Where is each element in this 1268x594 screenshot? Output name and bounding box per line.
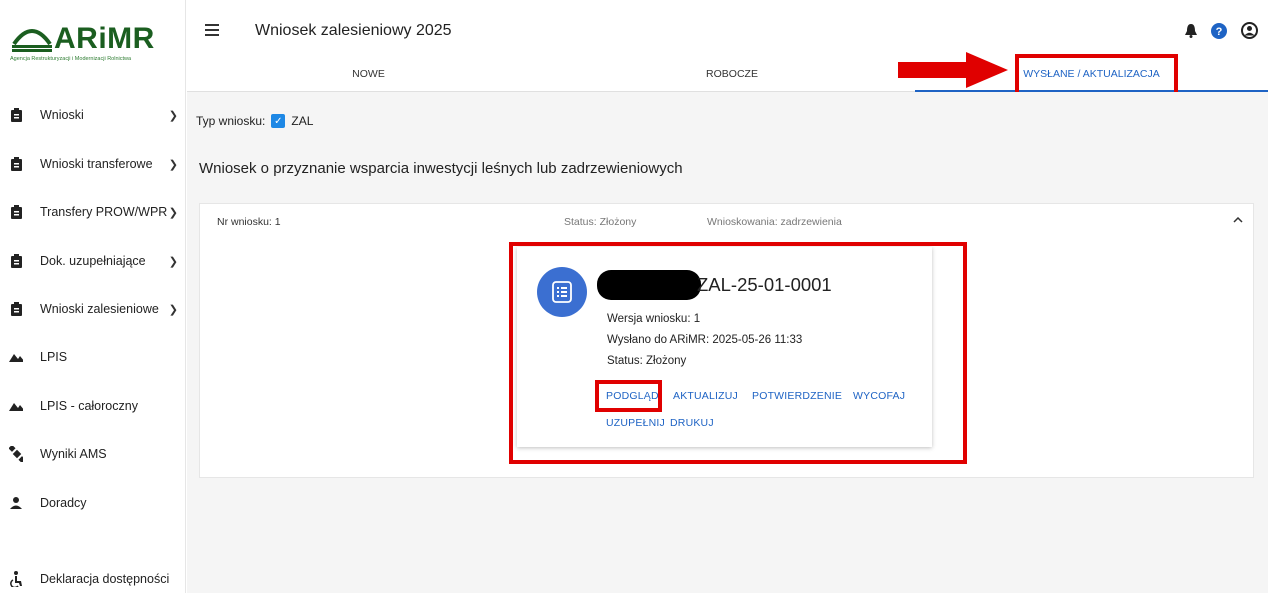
sidebar-item-wnioski[interactable]: Wnioski ❯ — [0, 100, 186, 130]
tab-nowe[interactable]: NOWE — [187, 68, 550, 92]
filter-label: Typ wniosku: — [196, 114, 266, 128]
person-icon — [9, 495, 23, 511]
application-status: Status: Złożony — [564, 216, 637, 228]
sidebar-item-label: Wnioski zalesieniowe — [40, 302, 159, 316]
sidebar-item-wnioski-zalesieniowe[interactable]: Wnioski zalesieniowe ❯ — [0, 294, 186, 324]
sidebar-item-deklaracja[interactable]: Deklaracja dostępności — [0, 564, 186, 594]
svg-text:?: ? — [1216, 26, 1223, 38]
bell-icon[interactable] — [1185, 23, 1197, 43]
accessibility-icon — [9, 571, 23, 587]
chevron-up-icon[interactable] — [1233, 214, 1243, 226]
clipboard-icon — [9, 301, 23, 317]
sidebar-item-label: Wnioski transferowe — [40, 157, 153, 171]
tab-label: NOWE — [352, 68, 385, 80]
sidebar-item-transfery[interactable]: Transfery PROW/WPR ❯ — [0, 197, 186, 227]
clipboard-icon — [9, 204, 23, 220]
sidebar-item-label: Deklaracja dostępności — [40, 572, 170, 586]
chevron-down-icon: ❯ — [168, 109, 178, 122]
chevron-down-icon: ❯ — [168, 158, 178, 171]
clipboard-icon — [9, 156, 23, 172]
annotation-arrow-icon — [898, 52, 1008, 88]
sidebar-item-label: Wyniki AMS — [40, 447, 107, 461]
tab-label: ROBOCZE — [706, 68, 758, 80]
application-type: Wnioskowania: zadrzewienia — [707, 216, 842, 228]
zal-checkbox[interactable]: ✓ — [271, 114, 286, 128]
terrain-icon — [9, 349, 23, 365]
sidebar-item-doradcy[interactable]: Doradcy — [0, 488, 186, 518]
sidebar-item-lpis-caloroczny[interactable]: LPIS - całoroczny — [0, 391, 186, 421]
application-number: Nr wniosku: 1 — [217, 216, 281, 228]
logo-text: ARiMR — [54, 22, 155, 55]
tab-robocze[interactable]: ROBOCZE — [550, 68, 914, 92]
terrain-icon — [9, 398, 23, 414]
podglad-highlight-box — [595, 380, 662, 412]
tab-highlight-box — [1015, 54, 1178, 97]
clipboard-icon — [9, 253, 23, 269]
card-highlight-box — [509, 242, 967, 464]
arimr-logo[interactable]: ARiMR Agencja Restrukturyzacji i Moderni… — [10, 14, 170, 64]
logo-subtitle: Agencja Restrukturyzacji i Modernizacji … — [10, 56, 132, 62]
page-title: Wniosek zalesieniowy 2025 — [255, 22, 452, 39]
sidebar-item-wnioski-transferowe[interactable]: Wnioski transferowe ❯ — [0, 149, 186, 179]
sidebar-item-label: Dok. uzupełniające — [40, 254, 146, 268]
sidebar-item-wyniki-ams[interactable]: Wyniki AMS — [0, 439, 186, 469]
sidebar-item-label: Transfery PROW/WPR — [40, 205, 168, 219]
sidebar-item-label: LPIS — [40, 350, 68, 364]
clipboard-icon — [9, 107, 23, 123]
section-title: Wniosek o przyznanie wsparcia inwestycji… — [199, 160, 683, 177]
filter-value: ZAL — [291, 114, 314, 128]
sidebar-item-lpis[interactable]: LPIS — [0, 342, 186, 372]
logo-emblem-icon — [12, 29, 52, 52]
account-icon[interactable] — [1241, 22, 1258, 44]
chevron-down-icon: ❯ — [168, 206, 178, 219]
menu-icon[interactable] — [205, 24, 219, 36]
sidebar-item-label: LPIS - całoroczny — [40, 399, 138, 413]
sidebar-item-dok-uzupelniajace[interactable]: Dok. uzupełniające ❯ — [0, 246, 186, 276]
chevron-down-icon: ❯ — [168, 303, 178, 316]
help-icon[interactable]: ? — [1211, 22, 1227, 44]
top-icons: ? — [1185, 22, 1258, 44]
satellite-icon — [9, 446, 23, 462]
chevron-down-icon: ❯ — [168, 255, 178, 268]
sidebar-item-label: Wnioski — [40, 108, 84, 122]
sidebar: ARiMR Agencja Restrukturyzacji i Moderni… — [0, 0, 186, 593]
type-filter: Typ wniosku: ✓ ZAL — [196, 114, 313, 128]
sidebar-item-label: Doradcy — [40, 496, 87, 510]
